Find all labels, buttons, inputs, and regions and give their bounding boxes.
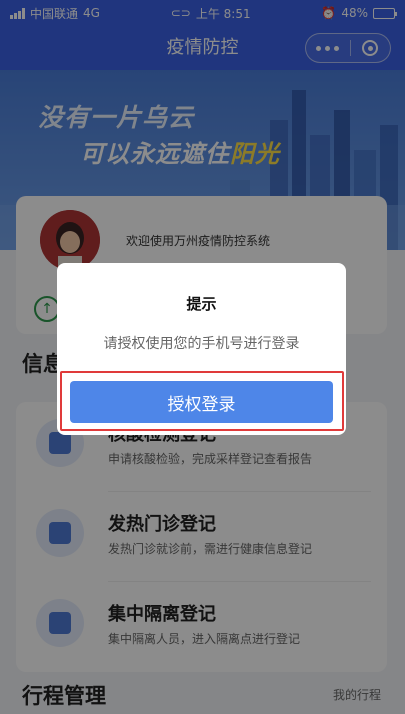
dialog-message: 请授权使用您的手机号进行登录 — [103, 336, 300, 352]
dialog-title: 提示 — [186, 295, 217, 313]
authorize-login-button[interactable]: 授权登录 — [70, 381, 333, 423]
